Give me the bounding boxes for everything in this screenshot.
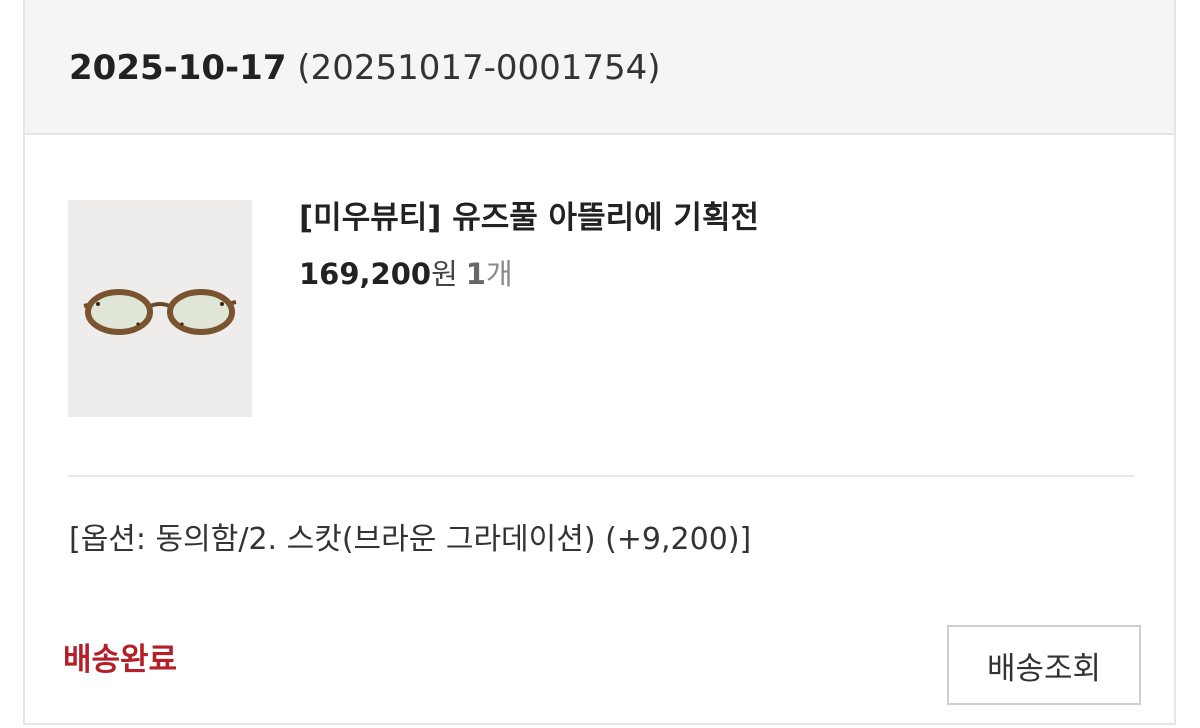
track-delivery-button[interactable]: 배송조회 — [947, 625, 1141, 705]
product-quantity: 1 — [465, 257, 486, 291]
order-date: 2025-10-17 — [69, 48, 287, 88]
eyeglasses-icon — [83, 289, 237, 335]
option-text: [옵션: 동의함/2. 스캇(브라운 그라데이션) (+9,200)] — [69, 522, 752, 557]
divider — [68, 475, 1134, 477]
product-price: 169,200 — [299, 257, 432, 291]
product-name[interactable]: [미우뷰티] 유즈풀 아뜰리에 기획전 — [299, 196, 759, 240]
order-info: 2025-10-17 (20251017-0001754) — [69, 46, 661, 90]
order-number: (20251017-0001754) — [297, 48, 661, 88]
delivery-status: 배송완료 — [63, 642, 178, 678]
price-unit: 원 — [431, 257, 458, 291]
price-line: 169,200원 1개 — [299, 252, 513, 296]
order-card: 2025-10-17 (20251017-0001754) [미우뷰티] 유즈풀… — [23, 0, 1176, 725]
quantity-unit: 개 — [485, 257, 513, 291]
order-header: 2025-10-17 (20251017-0001754) — [25, 0, 1174, 135]
product-thumbnail[interactable] — [68, 200, 252, 417]
